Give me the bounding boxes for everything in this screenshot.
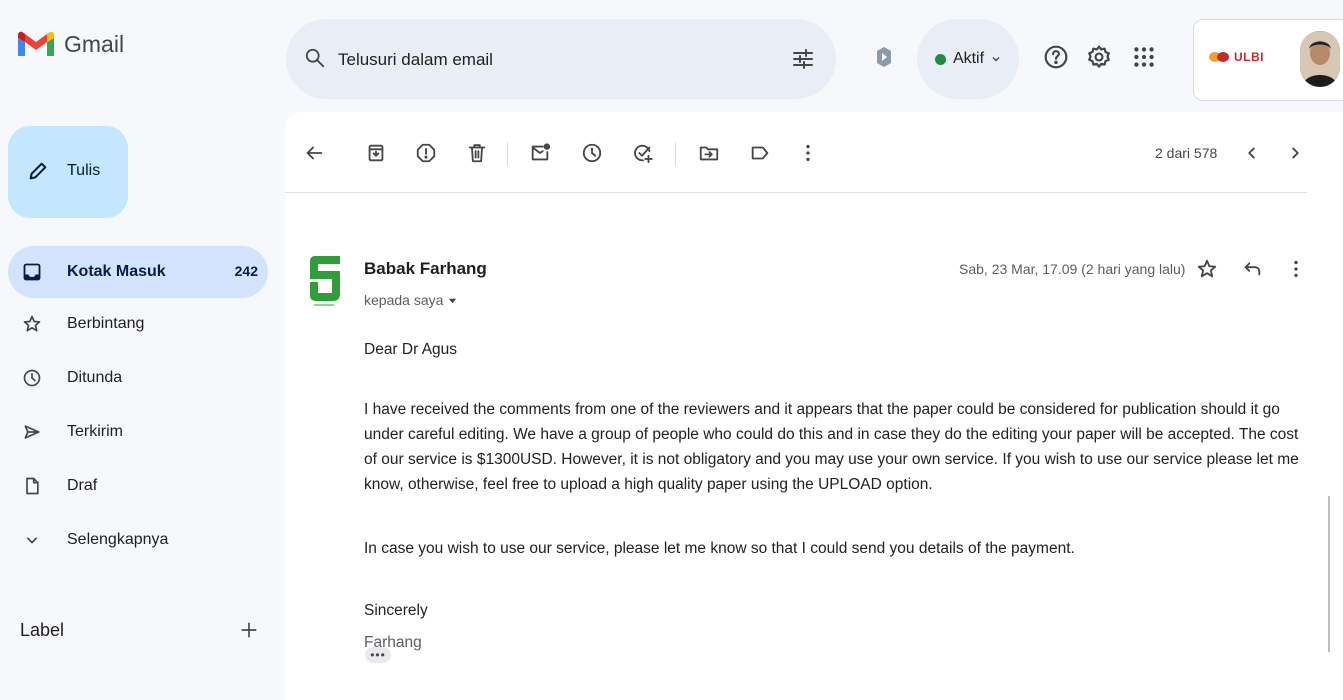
compose-label: Tulis [67,162,101,179]
chevron-down-icon [992,57,1000,62]
send-icon [24,425,40,439]
status-dot [934,53,946,65]
label-icon[interactable] [749,142,771,164]
report-spam-icon[interactable] [415,142,437,164]
search-icon[interactable] [304,47,326,69]
chevron-down-icon [27,537,38,544]
settings-icon[interactable] [1086,44,1112,70]
recipient-label: kepada saya [364,292,444,308]
status-selector[interactable]: Aktif [917,19,1019,99]
org-name: ULBI [1234,50,1264,64]
gmail-m-icon [18,31,54,56]
sidebar-item-label: Selengkapnya [67,531,169,548]
inbox-icon [23,263,41,281]
sidebar-item-label: Terkirim [67,423,123,440]
older-chevron-icon[interactable] [1284,142,1306,164]
search-input[interactable] [336,41,760,79]
unread-count: 242 [234,263,258,279]
org-logo-icon [1209,52,1229,62]
gemini-icon[interactable] [876,46,892,68]
move-to-icon[interactable] [698,142,720,164]
recipient-details[interactable]: kepada saya [364,292,457,308]
caret-down-icon [449,298,457,303]
pencil-icon [29,162,47,180]
star-icon [23,315,41,332]
message-greeting: Dear Dr Agus [364,341,458,358]
search-options-icon[interactable] [791,47,815,71]
mark-unread-icon[interactable] [529,142,551,164]
sidebar-item-starred[interactable]: Berbintang [8,298,268,350]
help-icon[interactable] [1043,44,1069,70]
sidebar-item-label: Ditunda [67,369,123,386]
toolbar-divider [675,142,676,166]
snooze-clock-icon[interactable] [581,142,603,164]
toolbar-divider-line [285,192,1307,193]
profile-avatar[interactable] [1300,31,1340,87]
clock-icon [23,369,41,387]
add-task-icon[interactable] [632,142,654,164]
delete-icon[interactable] [466,142,488,164]
sidebar-item-sent[interactable]: Terkirim [8,406,268,458]
show-trimmed-button[interactable]: ••• [365,647,391,663]
sidebar-item-drafts[interactable]: Draf [8,460,268,512]
scrollbar[interactable] [1328,496,1330,652]
add-label-icon[interactable] [239,620,259,640]
labels-heading: Label [20,620,65,640]
message-closing: Sincerely [364,602,428,619]
draft-icon [26,477,39,495]
sender-name[interactable]: Babak Farhang [364,259,487,279]
sidebar-item-more[interactable]: Selengkapnya [8,514,268,566]
sidebar-item-inbox[interactable]: Kotak Masuk 242 [8,246,268,298]
message-paragraph: I have received the comments from one of… [364,401,1299,493]
message-more-icon[interactable] [1285,258,1307,280]
star-icon[interactable] [1196,258,1218,280]
message-panel: 2 dari 578 Babak Farhang kepada saya Sab… [285,112,1343,700]
pagination-count: 2 dari 578 [1155,145,1218,161]
reply-icon[interactable] [1241,258,1263,280]
user-photo-icon [1300,31,1340,87]
sidebar-item-label: Berbintang [67,315,145,332]
sidebar-item-label: Draf [67,477,98,494]
status-label: Aktif [952,50,985,67]
apps-grid-icon[interactable] [1131,44,1157,70]
sender-avatar[interactable] [306,255,342,315]
newer-chevron-icon[interactable] [1241,142,1263,164]
more-options-icon[interactable] [797,142,819,164]
gmail-logo[interactable]: Gmail [18,20,124,68]
search-bar[interactable] [286,19,836,99]
org-logo: ULBI [1208,50,1264,64]
sidebar-item-snoozed[interactable]: Ditunda [8,352,268,404]
sidebar-item-label: Kotak Masuk [67,263,166,280]
message-date: Sab, 23 Mar, 17.09 (2 hari yang lalu) [959,261,1186,277]
compose-button[interactable]: Tulis [8,126,128,218]
message-paragraph-2: In case you wish to use our service, ple… [364,540,1075,557]
back-arrow-icon[interactable] [303,142,325,164]
archive-icon[interactable] [365,142,387,164]
app-name: Gmail [64,30,125,57]
toolbar-divider [507,142,508,166]
